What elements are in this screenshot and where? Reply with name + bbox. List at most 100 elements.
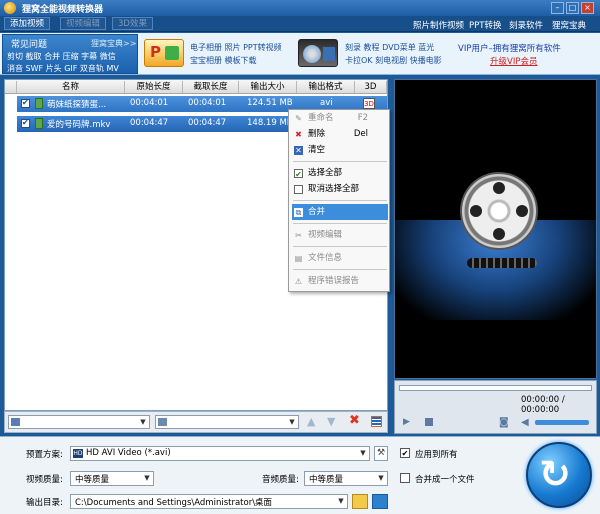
- menu-item-deselect-all[interactable]: 取消选择全部: [292, 181, 388, 197]
- chevron-down-icon[interactable]: ▼: [336, 496, 346, 506]
- menu-item-delete[interactable]: ✖ 删除 Del: [292, 126, 388, 142]
- menu-item-report[interactable]: ⚠ 程序错误报告: [292, 273, 388, 289]
- chevron-down-icon[interactable]: ▼: [287, 417, 297, 427]
- 3d-toggle-icon[interactable]: 3D: [363, 98, 375, 109]
- audio-icon: [158, 418, 167, 426]
- menu-label: 视频编辑: [308, 230, 343, 240]
- move-up-icon[interactable]: ▲: [307, 415, 315, 428]
- link-tutorial[interactable]: 教程: [364, 43, 380, 52]
- list-bottom-bar: ▼ ▼ ▲ ▼ ✖: [4, 411, 388, 433]
- move-down-icon[interactable]: ▼: [327, 415, 335, 428]
- document-icon: ▤: [294, 254, 303, 263]
- link-e-album[interactable]: 电子相册: [190, 43, 222, 52]
- menu-label: 清空: [308, 145, 326, 155]
- delete-icon[interactable]: ✖: [349, 413, 360, 428]
- preset-select[interactable]: HD HD AVI Video (*.avi) ▼: [70, 446, 370, 461]
- dvd-promo-icon[interactable]: [298, 39, 338, 67]
- link-burn-dvd[interactable]: 刻录: [345, 43, 361, 52]
- row-checkbox[interactable]: [21, 118, 30, 128]
- minimize-icon[interactable]: –: [551, 2, 564, 14]
- close-icon[interactable]: ×: [581, 2, 594, 14]
- album-promo-icon[interactable]: P: [144, 39, 184, 67]
- checkbox-empty-icon: [294, 185, 303, 194]
- output-path-select[interactable]: C:\Documents and Settings\Administrator\…: [70, 494, 348, 509]
- column-3d[interactable]: 3D: [355, 81, 387, 93]
- open-folder-icon[interactable]: [372, 494, 388, 509]
- menu-separator: [293, 161, 387, 162]
- audio-quality-select[interactable]: 中等质量 ▼: [304, 471, 388, 486]
- menu-item-clear[interactable]: ✕ 清空: [292, 142, 388, 158]
- audio-quality-label: 音频质量:: [262, 475, 299, 485]
- report-icon: ⚠: [294, 277, 303, 286]
- chevron-down-icon[interactable]: ▼: [376, 473, 386, 483]
- subtitle-select[interactable]: ▼: [8, 415, 150, 429]
- link-qvod[interactable]: 快播电影: [410, 56, 442, 65]
- link-ppt[interactable]: PPT转换: [469, 19, 501, 31]
- banner-link-baby[interactable]: 宝宝相册 模板下载: [190, 55, 257, 66]
- banner-link-burn[interactable]: 刻录 教程 DVD菜单 蓝光: [345, 42, 434, 53]
- apply-all-checkbox[interactable]: ✔: [400, 448, 410, 458]
- stop-icon[interactable]: [425, 418, 433, 426]
- volume-slider[interactable]: [535, 420, 589, 425]
- menu-label: 合并: [308, 207, 326, 217]
- link-guide[interactable]: 狸窝宝典: [552, 19, 586, 31]
- effects-3d-button[interactable]: 3D效果: [112, 17, 153, 30]
- list-header: 名称 原始长度 截取长度 输出大小 输出格式 3D: [5, 80, 387, 94]
- maximize-icon[interactable]: □: [566, 2, 579, 14]
- folder-icon[interactable]: [352, 494, 368, 509]
- menu-item-merge[interactable]: ⧉ 合并: [292, 204, 388, 220]
- app-title: 狸窝全能视频转换器: [22, 5, 104, 15]
- column-output-format[interactable]: 输出格式: [297, 81, 355, 93]
- link-template[interactable]: 模板下载: [225, 56, 257, 65]
- faq-links-row2[interactable]: 消音 SWF 片头 GIF 双音轨 MV: [7, 63, 119, 74]
- merge-one-checkbox[interactable]: [400, 473, 410, 483]
- upgrade-vip-link[interactable]: 升级VIP会员: [490, 55, 537, 67]
- menu-item-select-all[interactable]: ✔ 选择全部: [292, 165, 388, 181]
- link-photo[interactable]: 照片: [225, 43, 241, 52]
- menu-item-file-info[interactable]: ▤ 文件信息: [292, 250, 388, 266]
- column-name[interactable]: 名称: [17, 81, 125, 93]
- preset-settings-icon[interactable]: ⚒: [374, 446, 388, 461]
- list-settings-icon[interactable]: [371, 416, 382, 427]
- edit-video-button[interactable]: 视频编辑: [60, 17, 107, 30]
- video-file-icon: [35, 98, 43, 109]
- apply-all-label: 应用到所有: [415, 450, 458, 460]
- faq-more-link[interactable]: 狸窝宝典>>: [91, 38, 136, 49]
- link-ppt-video[interactable]: PPT转视频: [243, 43, 282, 52]
- row-checkbox[interactable]: [21, 98, 30, 108]
- link-photo-video[interactable]: 照片制作视频: [413, 19, 464, 31]
- add-video-button[interactable]: 添加视频: [4, 17, 51, 30]
- menu-item-video-edit[interactable]: ✂ 视频编辑: [292, 227, 388, 243]
- faq-links-row1[interactable]: 剪切 截取 合并 压缩 字幕 微信: [7, 51, 116, 62]
- convert-button[interactable]: ↻: [526, 442, 592, 508]
- camera-icon[interactable]: ◙: [499, 417, 509, 428]
- clear-icon: ✕: [294, 146, 303, 155]
- hd-icon: HD: [73, 449, 83, 458]
- play-icon[interactable]: ▶: [403, 417, 410, 427]
- link-bluray[interactable]: 蓝光: [418, 43, 434, 52]
- menu-item-rename[interactable]: ✎ 重命名 F2: [292, 110, 388, 126]
- audio-track-select[interactable]: ▼: [155, 415, 299, 429]
- chevron-down-icon[interactable]: ▼: [138, 417, 148, 427]
- link-tv-series[interactable]: 刻电视剧: [375, 56, 407, 65]
- banner-link-karaoke[interactable]: 卡拉OK 刻电视剧 快播电影: [345, 55, 442, 66]
- menu-label: 文件信息: [308, 253, 343, 263]
- column-output-size[interactable]: 输出大小: [239, 81, 297, 93]
- column-original-length[interactable]: 原始长度: [125, 81, 183, 93]
- row-clip-length: 00:04:01: [188, 98, 227, 108]
- link-dvd-menu[interactable]: DVD菜单: [382, 43, 416, 52]
- volume-icon[interactable]: ◀: [521, 417, 529, 428]
- banner-link-album[interactable]: 电子相册 照片 PPT转视频: [190, 42, 282, 53]
- link-burn[interactable]: 刻录软件: [509, 19, 543, 31]
- chevron-down-icon[interactable]: ▼: [358, 448, 368, 458]
- toolbar: 添加视频 视频编辑 3D效果 照片制作视频 PPT转换 刻录软件 狸窝宝典: [0, 16, 600, 32]
- column-clip-length[interactable]: 截取长度: [183, 81, 239, 93]
- header-spacer: [5, 81, 17, 93]
- vip-promo-text[interactable]: VIP用户–拥有狸窝所有软件: [458, 42, 561, 54]
- video-quality-select[interactable]: 中等质量 ▼: [70, 471, 154, 486]
- chevron-down-icon[interactable]: ▼: [142, 473, 152, 483]
- seek-bar[interactable]: [399, 385, 592, 391]
- row-original-length: 00:04:47: [130, 118, 169, 128]
- link-karaoke[interactable]: 卡拉OK: [345, 56, 373, 65]
- link-baby-album[interactable]: 宝宝相册: [190, 56, 222, 65]
